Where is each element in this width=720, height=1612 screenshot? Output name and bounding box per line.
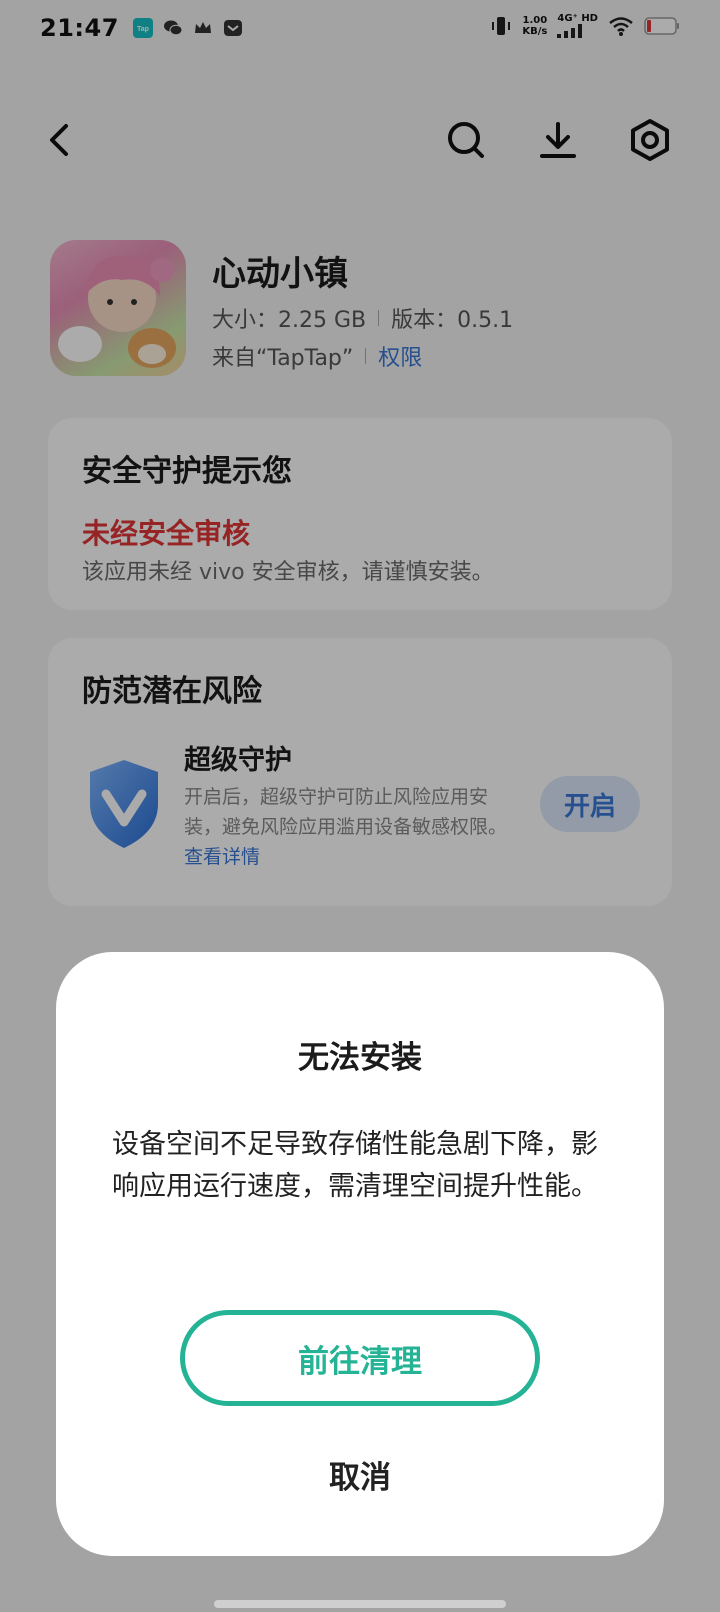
dialog-message: 设备空间不足导致存储性能急剧下降，影响应用运行速度，需清理空间提升性能。 (112, 1129, 598, 1202)
go-clean-button[interactable]: 前往清理 (180, 1310, 540, 1406)
dialog-title: 无法安装 (298, 1040, 422, 1076)
cancel-button[interactable]: 取消 (56, 1452, 664, 1497)
home-indicator[interactable] (214, 1600, 506, 1608)
install-failed-dialog: 无法安装 设备空间不足导致存储性能急剧下降，影响应用运行速度，需清理空间提升性能… (56, 952, 664, 1556)
